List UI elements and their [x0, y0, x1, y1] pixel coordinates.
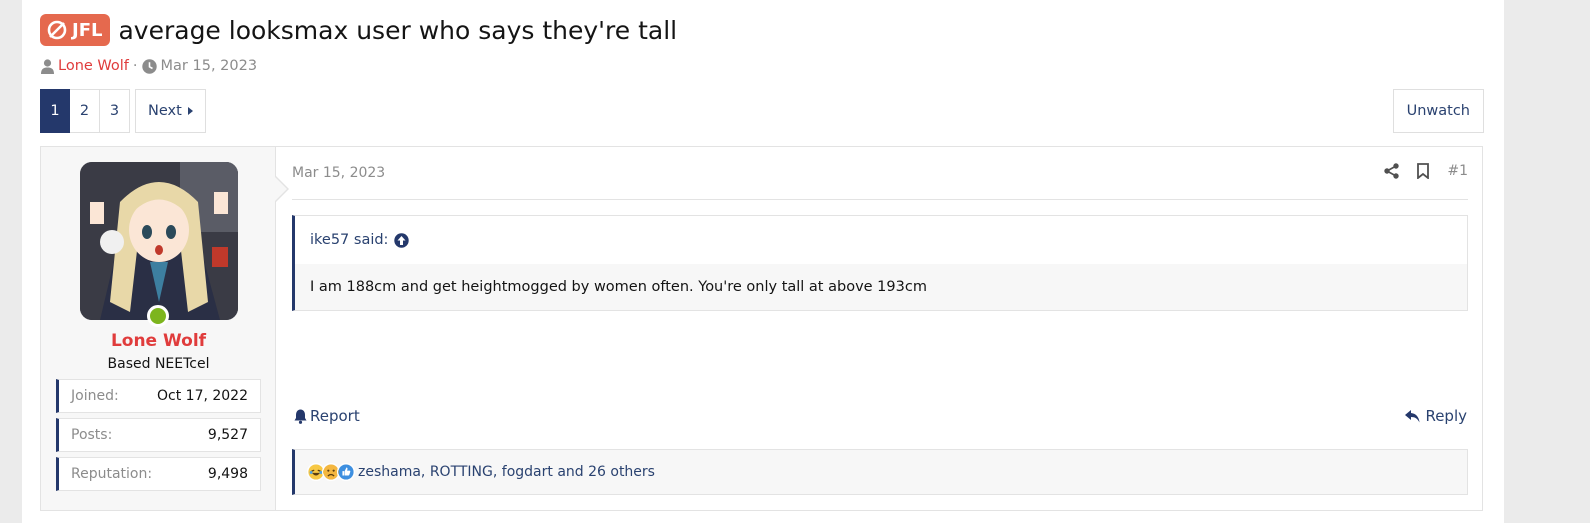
stat-reputation: Reputation: 9,498 [56, 457, 261, 491]
stat-label: Joined: [71, 388, 119, 404]
arrow-up-circle-icon[interactable] [394, 232, 410, 248]
thread-prefix-label: JFL [72, 19, 103, 41]
post: Lone Wolf Based NEETcel Joined: Oct 17, … [40, 146, 1483, 511]
stat-value: Oct 17, 2022 [157, 388, 248, 404]
bell-icon [294, 409, 307, 424]
share-icon[interactable] [1384, 163, 1400, 179]
post-username[interactable]: Lone Wolf [41, 331, 276, 351]
next-page-label: Next [148, 103, 182, 119]
avatar[interactable] [80, 162, 238, 320]
reply-label: Reply [1425, 407, 1467, 425]
stat-value[interactable]: 9,527 [208, 427, 248, 443]
user-title: Based NEETcel [107, 356, 210, 372]
page: JFL average looksmax user who says they'… [22, 0, 1504, 523]
jfl-prefix-icon [47, 20, 67, 40]
post-user-column: Lone Wolf Based NEETcel Joined: Oct 17, … [41, 147, 276, 510]
caret-right-icon [187, 107, 193, 115]
report-button[interactable]: Report [294, 407, 360, 425]
stat-value: 9,498 [207, 466, 248, 482]
post-date[interactable]: Mar 15, 2023 [292, 165, 385, 181]
post-number-link[interactable]: #1 [1447, 163, 1468, 179]
quote-block: ike57 said: I am 188cm and get heightmog… [292, 215, 1468, 311]
pagination: 1 2 3 Next [40, 89, 206, 133]
stat-joined: Joined: Oct 17, 2022 [56, 379, 261, 413]
thread-title: average looksmax user who says they're t… [118, 15, 678, 45]
user-arrow [275, 177, 287, 201]
clock-icon [141, 58, 157, 74]
reactions-bar[interactable]: zeshama, ROTTING, fogdart and 26 others [292, 449, 1468, 495]
post-actions: #1 [1384, 163, 1468, 179]
thread-meta: Lone Wolf · Mar 15, 2023 [41, 58, 257, 74]
thread-author-link[interactable]: Lone Wolf [58, 58, 129, 74]
user-icon [41, 58, 54, 74]
reactions-summary[interactable]: zeshama, ROTTING, fogdart and 26 others [358, 464, 655, 480]
next-page-button[interactable]: Next [135, 89, 206, 133]
online-indicator [147, 305, 169, 327]
reaction-like-icon [337, 463, 355, 481]
quote-header[interactable]: ike57 said: [295, 216, 1467, 264]
reply-icon [1405, 409, 1420, 422]
page-3-link[interactable]: 3 [100, 89, 130, 133]
avatar-image [80, 162, 238, 320]
stat-posts: Posts: 9,527 [56, 418, 261, 452]
post-header-divider [292, 199, 1468, 200]
quote-text: I am 188cm and get heightmogged by women… [310, 279, 927, 295]
quote-author[interactable]: ike57 said: [310, 232, 388, 248]
unwatch-button[interactable]: Unwatch [1392, 89, 1484, 133]
page-2-link[interactable]: 2 [70, 89, 100, 133]
reply-button[interactable]: Reply [1405, 407, 1467, 425]
meta-separator: · [132, 58, 138, 74]
stat-label: Reputation: [71, 466, 153, 482]
thread-date[interactable]: Mar 15, 2023 [161, 58, 258, 74]
page-1-link[interactable]: 1 [40, 89, 70, 133]
bookmark-icon[interactable] [1417, 163, 1430, 179]
reaction-icons [307, 463, 355, 481]
thread-title-row: JFL average looksmax user who says they'… [40, 14, 677, 46]
report-label: Report [310, 407, 360, 425]
stat-label: Posts: [71, 427, 113, 443]
thread-prefix[interactable]: JFL [40, 14, 111, 46]
